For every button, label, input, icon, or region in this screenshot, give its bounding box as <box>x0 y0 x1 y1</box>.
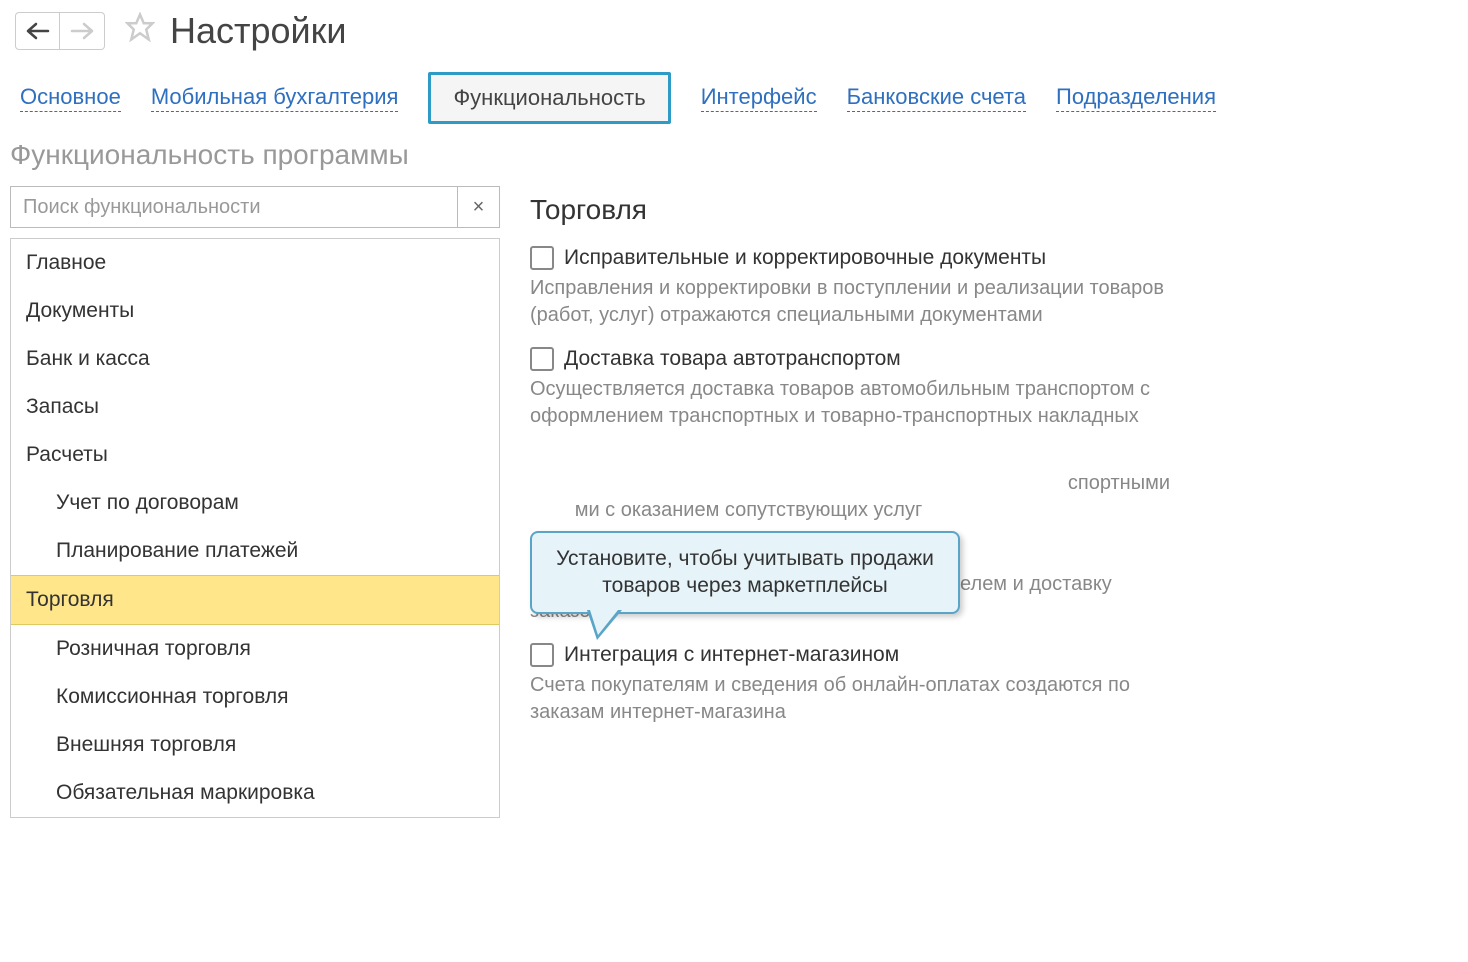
option-corrective-docs: Исправительные и корректировочные докуме… <box>530 246 1438 329</box>
right-column: Торговля Исправительные и корректировочн… <box>530 186 1458 818</box>
tree-item-contracts[interactable]: Учет по договорам <box>11 479 499 527</box>
tree-item-retail[interactable]: Розничная торговля <box>11 625 499 673</box>
tree-item-foreign-trade[interactable]: Внешняя торговля <box>11 721 499 769</box>
tab-divisions[interactable]: Подразделения <box>1056 84 1216 112</box>
tree-item-documents[interactable]: Документы <box>11 287 499 335</box>
content: × Главное Документы Банк и касса Запасы … <box>0 186 1468 818</box>
callout-tail-inner-icon <box>590 610 618 635</box>
toolbar: Настройки <box>0 0 1468 57</box>
favorite-icon[interactable] <box>125 12 155 50</box>
option-label: Доставка товара автотранспортом <box>564 347 901 371</box>
search-input[interactable] <box>10 186 458 228</box>
back-button[interactable] <box>15 12 60 50</box>
callout-tooltip: Установите, чтобы учитывать продажи това… <box>530 531 960 614</box>
page-title: Настройки <box>170 10 347 52</box>
callout-text-1: Установите, чтобы учитывать продажи <box>556 547 934 570</box>
tree-item-stock[interactable]: Запасы <box>11 383 499 431</box>
tree-item-marking[interactable]: Обязательная маркировка <box>11 769 499 817</box>
option-desc-obscured: спортными <box>530 470 1170 497</box>
checkbox-eshop[interactable] <box>530 643 554 667</box>
arrow-left-icon <box>26 22 50 40</box>
option-label: Исправительные и корректировочные докуме… <box>564 246 1046 270</box>
tree-item-main[interactable]: Главное <box>11 239 499 287</box>
option-desc: Счета покупателям и сведения об онлайн-о… <box>530 672 1170 726</box>
tab-bank-accounts[interactable]: Банковские счета <box>847 84 1026 112</box>
clear-search-button[interactable]: × <box>458 186 500 228</box>
left-column: × Главное Документы Банк и касса Запасы … <box>10 186 500 818</box>
tree-item-commission[interactable]: Комиссионная торговля <box>11 673 499 721</box>
forward-button[interactable] <box>60 12 105 50</box>
search-row: × <box>10 186 500 228</box>
option-eshop-integration: Интеграция с интернет-магазином Счета по… <box>530 643 1438 726</box>
tree-item-payment-planning[interactable]: Планирование платежей <box>11 527 499 575</box>
tree: Главное Документы Банк и касса Запасы Ра… <box>10 238 500 818</box>
option-obscured: спортными компми с оказанием сопутствующ… <box>530 470 1438 524</box>
tree-item-bank[interactable]: Банк и касса <box>11 335 499 383</box>
option-desc-obscured-2: компми с оказанием сопутствующих услуг <box>530 497 1170 524</box>
option-desc: Осуществляется доставка товаров автомоби… <box>530 376 1170 430</box>
section-title: Торговля <box>530 194 1438 226</box>
tabs-bar: Основное Мобильная бухгалтерия Функциона… <box>0 57 1468 134</box>
subtitle: Функциональность программы <box>0 134 1468 186</box>
tab-main[interactable]: Основное <box>20 84 121 112</box>
tab-mobile-accounting[interactable]: Мобильная бухгалтерия <box>151 84 399 112</box>
tab-interface[interactable]: Интерфейс <box>701 84 817 112</box>
arrow-right-icon <box>70 22 94 40</box>
option-desc: Исправления и корректировки в поступлени… <box>530 275 1170 329</box>
callout-text-2: товаров через маркетплейсы <box>602 574 887 597</box>
tab-functionality[interactable]: Функциональность <box>428 72 670 124</box>
option-delivery-auto: Доставка товара автотранспортом Осуществ… <box>530 347 1438 430</box>
option-label: Интеграция с интернет-магазином <box>564 643 899 667</box>
tree-item-trade[interactable]: Торговля <box>11 575 499 625</box>
checkbox-delivery-auto[interactable] <box>530 347 554 371</box>
tree-item-calculations[interactable]: Расчеты <box>11 431 499 479</box>
checkbox-corrective-docs[interactable] <box>530 246 554 270</box>
